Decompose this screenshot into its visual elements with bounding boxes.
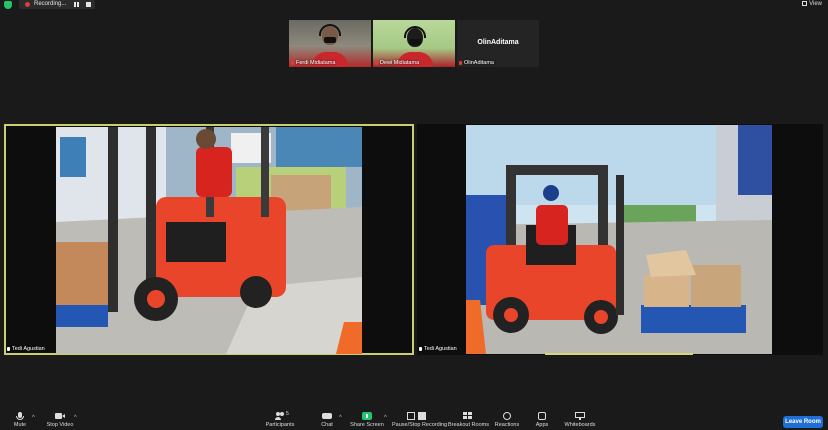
recording-controls-label: Pause/Stop Recording <box>392 422 448 428</box>
face-mask <box>409 39 421 45</box>
apps-label: Apps <box>535 422 549 428</box>
breakout-rooms-button[interactable]: Breakout Rooms <box>448 410 489 428</box>
participant-name: Tedi Agustian <box>419 346 457 352</box>
muted-mic-icon <box>375 60 378 65</box>
participants-count: 5 <box>286 411 289 417</box>
muted-mic-icon <box>291 60 294 65</box>
apps-button[interactable]: Apps <box>532 410 552 428</box>
audio-options-caret-icon[interactable]: ^ <box>32 415 35 421</box>
microphone-icon <box>15 412 25 421</box>
meeting-top-bar: Recording... View <box>0 0 828 10</box>
whiteboards-button[interactable]: Whiteboards <box>562 410 598 428</box>
participants-label: Participants <box>265 422 295 428</box>
participant-name: OlinAditama <box>459 60 494 66</box>
recording-dot-icon <box>25 2 30 7</box>
muted-mic-icon <box>459 60 462 65</box>
participants-button[interactable]: Participants <box>262 410 298 428</box>
video-camera-icon <box>55 412 65 421</box>
participant-thumbnail-olin[interactable]: OlinAditama OlinAditama <box>457 20 539 67</box>
whiteboard-icon <box>575 412 585 421</box>
share-screen-icon <box>362 412 372 421</box>
speaker-indicator-bar <box>545 353 693 355</box>
breakout-rooms-label: Breakout Rooms <box>448 422 489 428</box>
mute-label: Mute <box>13 422 27 428</box>
view-button-label: View <box>809 1 822 7</box>
share-screen-label: Share Screen <box>350 422 384 428</box>
participant-thumbnail-ferdi[interactable]: Ferdi Midiatama <box>289 20 371 67</box>
security-shield-icon[interactable] <box>4 1 12 9</box>
stop-recording-icon[interactable] <box>86 2 91 7</box>
participant-thumbnail-dewi[interactable]: Dewi Midiatama <box>373 20 455 67</box>
chat-bubble-icon <box>322 412 332 421</box>
face-mask <box>324 37 336 43</box>
reactions-button[interactable]: Reactions <box>494 410 520 428</box>
forklift-scene-left <box>56 127 362 354</box>
pause-stop-icon <box>407 412 427 421</box>
stop-video-button[interactable]: Stop Video <box>42 410 78 428</box>
leave-room-button[interactable]: Leave Room <box>783 416 823 428</box>
pause-stop-recording-button[interactable]: Pause/Stop Recording <box>392 410 448 428</box>
share-screen-button[interactable]: Share Screen <box>350 410 384 428</box>
participant-name: Ferdi Midiatama <box>291 60 335 66</box>
participant-video <box>466 125 772 354</box>
mic-icon <box>7 346 10 351</box>
video-options-caret-icon[interactable]: ^ <box>74 415 77 421</box>
recording-label: Recording... <box>34 1 67 7</box>
pause-recording-icon[interactable] <box>74 2 79 7</box>
chat-label: Chat <box>321 422 333 428</box>
view-button[interactable]: View <box>802 0 822 9</box>
participant-display-name: OlinAditama <box>477 39 519 46</box>
meeting-toolbar: Mute ^ Stop Video ^ Participants 5 Chat … <box>0 410 828 430</box>
chat-button[interactable]: Chat <box>316 410 338 428</box>
participant-video <box>56 127 362 354</box>
smiley-icon <box>502 412 512 421</box>
whiteboards-label: Whiteboards <box>564 422 596 428</box>
apps-icon <box>537 412 547 421</box>
reactions-label: Reactions <box>494 422 520 428</box>
mute-button[interactable]: Mute <box>8 410 32 428</box>
participants-icon <box>275 412 285 421</box>
forklift-scene-right <box>466 125 772 354</box>
grid-view-icon <box>802 1 808 6</box>
mic-icon <box>419 346 422 351</box>
chat-options-caret-icon[interactable]: ^ <box>339 415 342 421</box>
breakout-rooms-icon <box>463 412 473 421</box>
stop-video-label: Stop Video <box>46 422 74 428</box>
participant-name: Tedi Agustian <box>7 346 45 352</box>
share-options-caret-icon[interactable]: ^ <box>384 415 387 421</box>
participant-name: Dewi Midiatama <box>375 60 419 66</box>
